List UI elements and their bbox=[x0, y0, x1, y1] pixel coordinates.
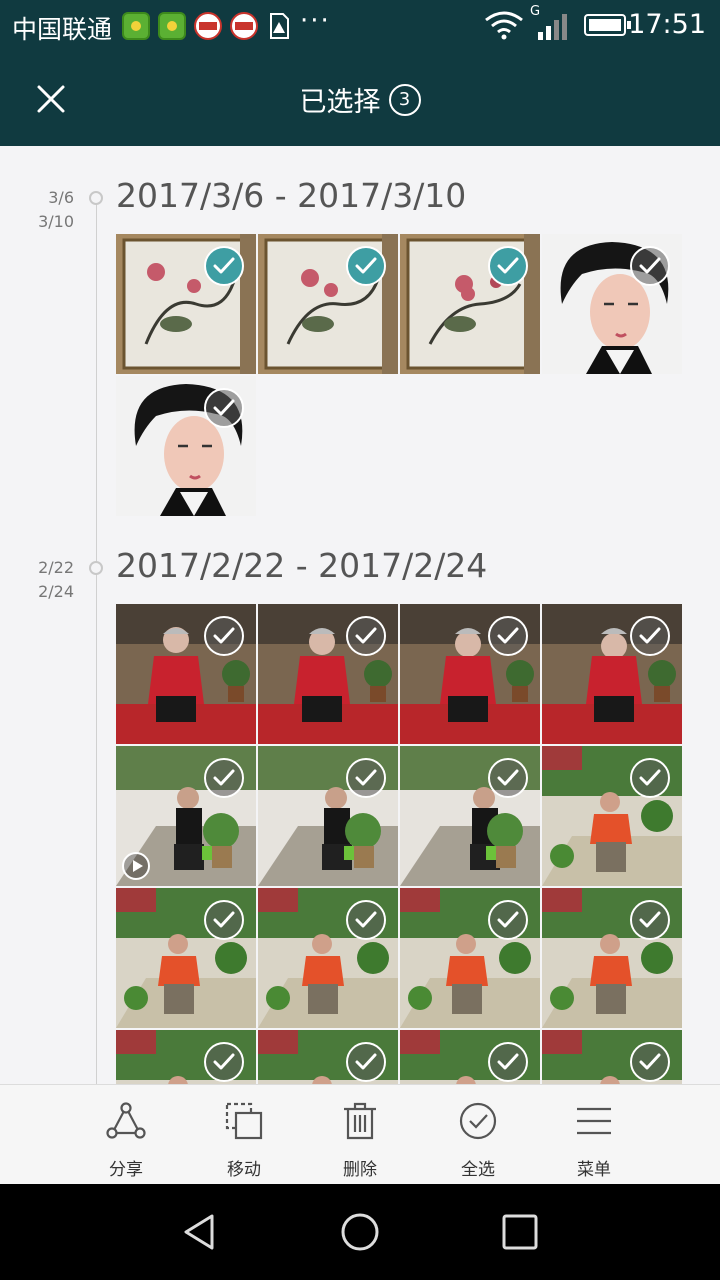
trash-icon bbox=[344, 1102, 376, 1140]
photo-thumbnail[interactable] bbox=[258, 1030, 398, 1084]
select-all-label: 全选 bbox=[461, 1160, 495, 1180]
photo-thumbnail[interactable] bbox=[400, 888, 540, 1028]
photo-thumbnail[interactable] bbox=[258, 604, 398, 744]
menu-icon bbox=[577, 1107, 611, 1135]
photo-timeline[interactable]: 3/6 3/10 2017/3/6 - 2017/3/10 2/22 2/24 … bbox=[0, 146, 720, 1084]
unselected-check-icon[interactable] bbox=[488, 758, 528, 798]
move-label: 移动 bbox=[227, 1160, 261, 1180]
status-bar: 中国联通 ··· G 17:51 bbox=[0, 0, 720, 52]
unselected-check-icon[interactable] bbox=[346, 900, 386, 940]
toutiao-icon bbox=[230, 12, 258, 40]
move-icon bbox=[225, 1102, 263, 1140]
photo-grid bbox=[116, 604, 684, 1084]
unselected-check-icon[interactable] bbox=[204, 900, 244, 940]
unselected-check-icon[interactable] bbox=[204, 616, 244, 656]
photo-thumbnail[interactable] bbox=[116, 376, 256, 516]
photo-thumbnail[interactable] bbox=[116, 746, 256, 886]
more-dots-icon: ··· bbox=[300, 6, 331, 36]
share-icon bbox=[106, 1102, 146, 1139]
section-title: 2017/3/6 - 2017/3/10 bbox=[116, 176, 467, 215]
unselected-check-icon[interactable] bbox=[488, 616, 528, 656]
timeline-line bbox=[96, 192, 97, 1084]
unselected-check-icon[interactable] bbox=[346, 616, 386, 656]
check-circle-icon bbox=[459, 1102, 497, 1140]
unselected-check-icon[interactable] bbox=[346, 1042, 386, 1082]
unselected-check-icon[interactable] bbox=[630, 900, 670, 940]
app-green-icon bbox=[122, 12, 150, 40]
signal-icon bbox=[538, 14, 567, 40]
photo-thumbnail[interactable] bbox=[400, 1030, 540, 1084]
menu-label: 菜单 bbox=[577, 1160, 611, 1180]
unselected-check-icon[interactable] bbox=[488, 900, 528, 940]
wifi-icon bbox=[485, 11, 523, 40]
section-date-range: 3/6 3/10 bbox=[20, 186, 74, 234]
selected-check-icon[interactable] bbox=[204, 246, 244, 286]
section-date-end: 2/24 bbox=[38, 582, 74, 601]
delete-button[interactable]: 删除 bbox=[310, 1085, 410, 1185]
unselected-check-icon[interactable] bbox=[630, 246, 670, 286]
unselected-check-icon[interactable] bbox=[488, 1042, 528, 1082]
photo-thumbnail[interactable] bbox=[258, 234, 398, 374]
photo-thumbnail[interactable] bbox=[258, 746, 398, 886]
selected-check-icon[interactable] bbox=[346, 246, 386, 286]
move-button[interactable]: 移动 bbox=[194, 1085, 294, 1185]
share-button[interactable]: 分享 bbox=[76, 1085, 176, 1185]
sim-alert-icon bbox=[270, 13, 289, 39]
selected-check-icon[interactable] bbox=[488, 246, 528, 286]
photo-thumbnail[interactable] bbox=[116, 604, 256, 744]
timeline-dot bbox=[89, 561, 103, 575]
selection-title: 已选择 3 bbox=[0, 80, 720, 119]
unselected-check-icon[interactable] bbox=[204, 388, 244, 428]
photo-thumbnail[interactable] bbox=[542, 746, 682, 886]
photo-thumbnail[interactable] bbox=[542, 604, 682, 744]
photo-thumbnail[interactable] bbox=[116, 888, 256, 1028]
unselected-check-icon[interactable] bbox=[630, 758, 670, 798]
share-label: 分享 bbox=[109, 1160, 143, 1180]
unselected-check-icon[interactable] bbox=[630, 616, 670, 656]
photo-grid bbox=[116, 234, 684, 518]
photo-thumbnail[interactable] bbox=[400, 234, 540, 374]
unselected-check-icon[interactable] bbox=[346, 758, 386, 798]
section-date-start: 3/6 bbox=[48, 188, 74, 207]
app-green-icon bbox=[158, 12, 186, 40]
select-all-button[interactable]: 全选 bbox=[428, 1085, 528, 1185]
clock: 17:51 bbox=[628, 9, 706, 40]
photo-thumbnail[interactable] bbox=[542, 888, 682, 1028]
photo-thumbnail[interactable] bbox=[400, 604, 540, 744]
photo-thumbnail[interactable] bbox=[542, 1030, 682, 1084]
unselected-check-icon[interactable] bbox=[630, 1042, 670, 1082]
photo-thumbnail[interactable] bbox=[400, 746, 540, 886]
app-bar: 已选择 3 bbox=[0, 52, 720, 146]
unselected-check-icon[interactable] bbox=[204, 758, 244, 798]
page-title: 已选择 bbox=[299, 87, 381, 118]
bottom-toolbar: 分享 移动 删除 全选 菜单 bbox=[0, 1084, 720, 1184]
delete-label: 删除 bbox=[343, 1160, 377, 1180]
photo-thumbnail[interactable] bbox=[116, 1030, 256, 1084]
section-title: 2017/2/22 - 2017/2/24 bbox=[116, 546, 488, 585]
photo-thumbnail[interactable] bbox=[116, 234, 256, 374]
photo-thumbnail[interactable] bbox=[542, 234, 682, 374]
home-icon[interactable] bbox=[340, 1212, 380, 1252]
photo-thumbnail[interactable] bbox=[258, 888, 398, 1028]
system-nav-bar bbox=[0, 1184, 720, 1280]
timeline-dot bbox=[89, 191, 103, 205]
selected-count-badge: 3 bbox=[388, 83, 421, 116]
menu-button[interactable]: 菜单 bbox=[544, 1085, 644, 1185]
section-date-end: 3/10 bbox=[38, 212, 74, 231]
recents-icon[interactable] bbox=[500, 1212, 540, 1252]
section-date-range: 2/22 2/24 bbox=[20, 556, 74, 604]
back-icon[interactable] bbox=[180, 1212, 220, 1252]
section-date-start: 2/22 bbox=[38, 558, 74, 577]
toutiao-icon bbox=[194, 12, 222, 40]
unselected-check-icon[interactable] bbox=[204, 1042, 244, 1082]
video-play-icon bbox=[122, 852, 150, 880]
carrier-name: 中国联通 bbox=[12, 15, 113, 44]
battery-icon bbox=[584, 14, 631, 36]
